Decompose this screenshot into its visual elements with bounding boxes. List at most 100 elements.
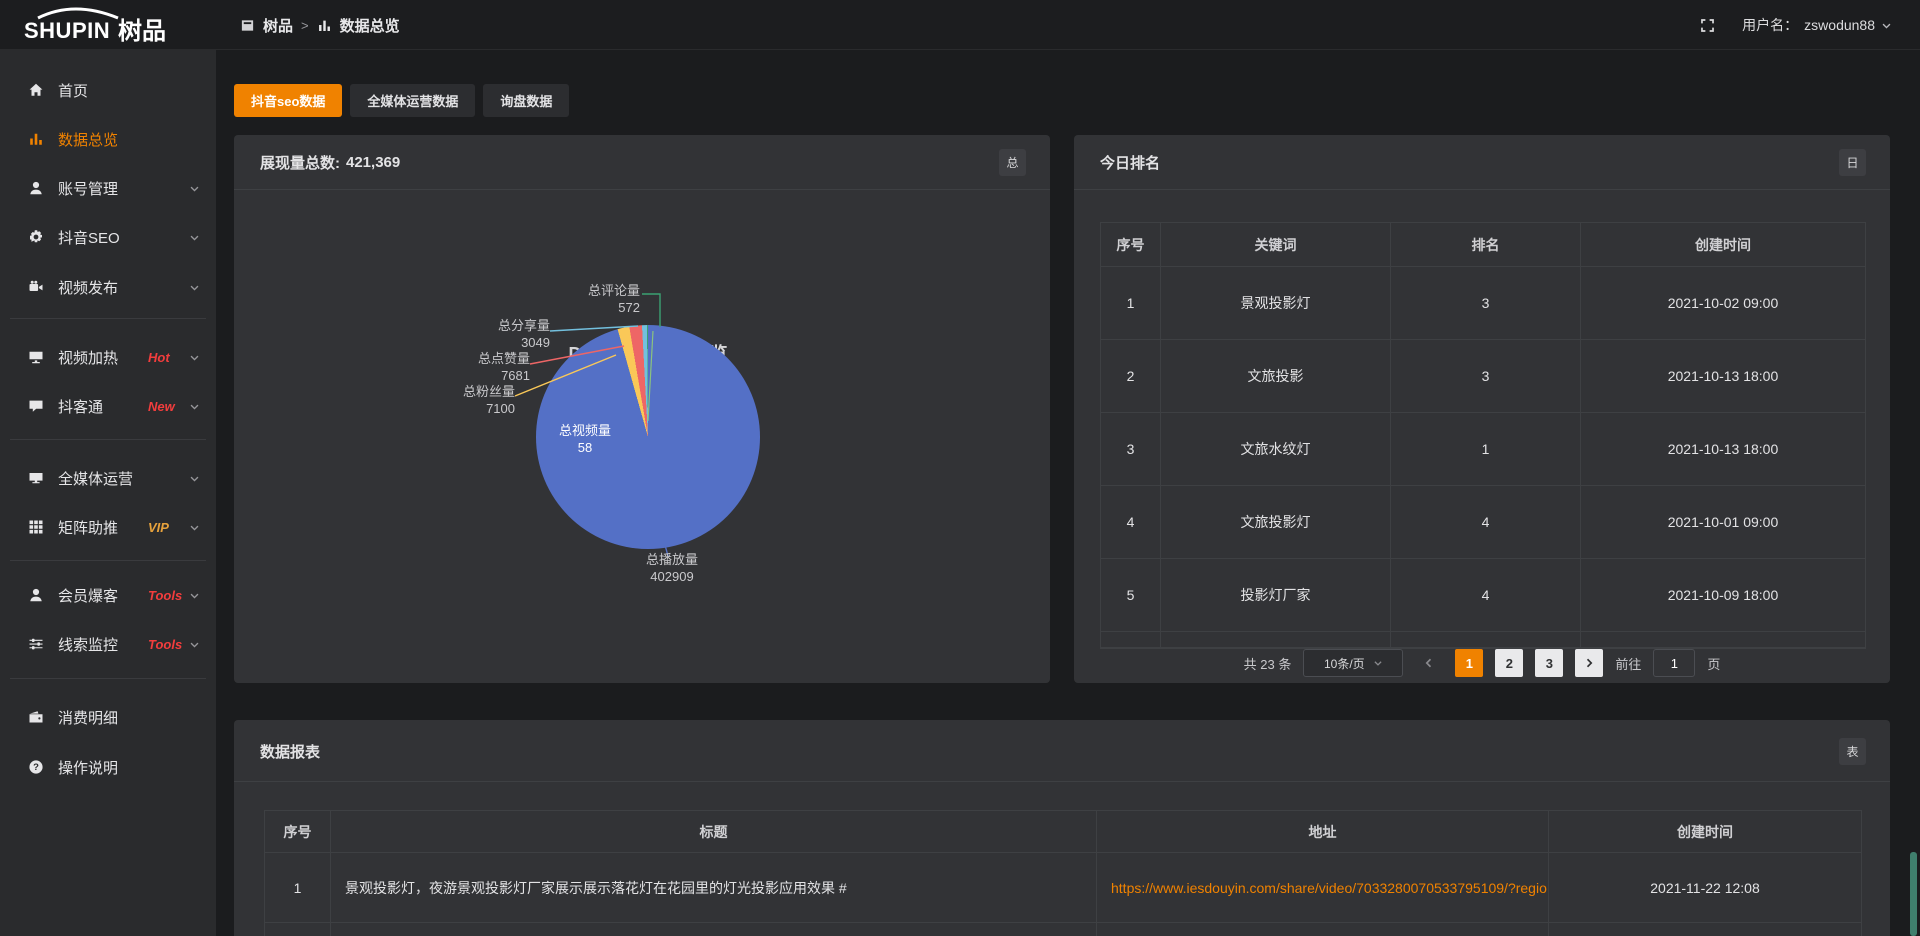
col-header-url: 地址 [1097, 811, 1549, 853]
breadcrumb-current[interactable]: 数据总览 [340, 15, 400, 36]
sidebar-item-member-baoke[interactable]: 会员爆客 Tools [0, 578, 216, 612]
chevron-down-icon [189, 401, 200, 412]
question-circle-icon: ? [28, 759, 44, 775]
video-link[interactable]: https://www.iesdouyin.com/share/video/70… [1111, 880, 1549, 896]
tab-omni-media[interactable]: 全媒体运营数据 [350, 84, 475, 117]
report-title: 数据报表 [260, 720, 320, 782]
today-ranking-panel: 今日排名 日 序号 关键词 排名 创建时间 1 景观投影灯 3 2021-10-… [1074, 135, 1890, 683]
rank-row-index: 5 [1101, 559, 1161, 632]
sidebar-item-help[interactable]: ? 操作说明 [0, 750, 216, 784]
user-icon [28, 587, 44, 603]
next-page-button[interactable] [1575, 649, 1603, 677]
sidebar-item-label: 矩阵助推 [58, 517, 118, 538]
sidebar-item-label: 数据总览 [58, 129, 118, 150]
rank-row-index: 2 [1101, 340, 1161, 413]
report-row-index: 1 [265, 853, 331, 923]
day-badge-button[interactable]: 日 [1839, 149, 1866, 176]
pie-label-comments: 总评论量572 [588, 282, 640, 316]
fullscreen-icon[interactable] [1699, 17, 1716, 34]
total-badge-button[interactable]: 总 [999, 149, 1026, 176]
rank-row-partial [1391, 632, 1581, 648]
rank-row-keyword: 文旅投影 [1161, 340, 1391, 413]
pie-label-likes: 总点赞量7681 [478, 350, 530, 384]
sidebar-item-label: 抖音SEO [58, 227, 120, 248]
report-row-partial [331, 923, 1097, 936]
impressions-total: 展现量总数: 421,369 [260, 135, 400, 190]
sidebar-divider [10, 318, 206, 319]
sidebar-item-video-heat[interactable]: 视频加热 Hot [0, 340, 216, 374]
col-header-index: 序号 [1101, 223, 1161, 267]
app-root: SHUPIN 树品 树品 > 数据总览 用户名： zswodun88 [0, 0, 1920, 936]
sidebar-item-omni-media[interactable]: 全媒体运营 [0, 461, 216, 495]
hot-badge: Hot [148, 350, 170, 365]
tab-douyin-seo[interactable]: 抖音seo数据 [234, 84, 342, 117]
table-badge-button[interactable]: 表 [1839, 738, 1866, 765]
screen-icon [28, 349, 44, 365]
page-button-1[interactable]: 1 [1455, 649, 1483, 677]
rank-row-rank: 3 [1391, 340, 1581, 413]
user-menu[interactable]: 用户名： zswodun88 [1742, 15, 1892, 35]
sidebar-item-account-mgmt[interactable]: 账号管理 [0, 171, 216, 205]
breadcrumb: 树品 > 数据总览 [240, 0, 400, 50]
tab-inquiry[interactable]: 询盘数据 [483, 84, 569, 117]
rank-row-keyword: 投影灯厂家 [1161, 559, 1391, 632]
sidebar-item-spend-detail[interactable]: 消费明细 [0, 700, 216, 734]
user-icon [28, 180, 44, 196]
chevron-down-icon [1373, 658, 1383, 668]
sidebar-item-video-publish[interactable]: 视频发布 [0, 270, 216, 304]
chevron-down-icon [189, 473, 200, 484]
home-icon [28, 82, 44, 98]
report-row-partial [1097, 923, 1549, 936]
sidebar-item-douyin-seo[interactable]: 抖音SEO [0, 220, 216, 254]
sidebar-item-clue-monitor[interactable]: 线索监控 Tools [0, 627, 216, 661]
chevron-down-icon [189, 183, 200, 194]
col-header-created: 创建时间 [1581, 223, 1865, 267]
report-row-title: 景观投影灯，夜游景观投影灯厂家展示展示落花灯在花园里的灯光投影应用效果 # [331, 853, 1097, 923]
chevron-down-icon [189, 352, 200, 363]
svg-text:?: ? [33, 762, 39, 773]
scrollbar-thumb[interactable] [1910, 852, 1917, 936]
rank-row-created: 2021-10-13 18:00 [1581, 340, 1865, 413]
tools-badge: Tools [148, 588, 182, 603]
page-button-3[interactable]: 3 [1535, 649, 1563, 677]
rank-row-created: 2021-10-13 18:00 [1581, 413, 1865, 486]
report-table: 序号 标题 地址 创建时间 1 景观投影灯，夜游景观投影灯厂家展示展示落花灯在花… [264, 810, 1862, 936]
goto-label: 前往 [1615, 654, 1641, 673]
pie-label-shares: 总分享量3049 [498, 317, 550, 351]
app-window-icon [240, 18, 255, 33]
sidebar-item-label: 消费明细 [58, 707, 118, 728]
top-header: SHUPIN 树品 树品 > 数据总览 用户名： zswodun88 [0, 0, 1920, 50]
report-row-created: 2021-11-22 12:08 [1549, 853, 1861, 923]
chevron-down-icon [189, 590, 200, 601]
sidebar-item-home[interactable]: 首页 [0, 73, 216, 107]
video-camera-icon [28, 279, 44, 295]
report-row-url: https://www.iesdouyin.com/share/video/70… [1097, 853, 1549, 923]
breadcrumb-root[interactable]: 树品 [263, 15, 293, 36]
sidebar-nav: 首页 数据总览 账号管理 抖音SEO 视频发布 视频加热 Hot [0, 50, 216, 936]
rank-row-keyword: 文旅水纹灯 [1161, 413, 1391, 486]
page-size-select[interactable]: 10条/页 [1303, 649, 1403, 677]
sidebar-item-label: 首页 [58, 80, 88, 101]
sidebar-item-label: 全媒体运营 [58, 468, 133, 489]
chevron-down-icon [189, 522, 200, 533]
chevron-down-icon [1881, 20, 1892, 31]
sidebar-item-douketong[interactable]: 抖客通 New [0, 389, 216, 423]
sidebar-item-label: 视频发布 [58, 277, 118, 298]
vip-badge: VIP [148, 520, 169, 535]
sidebar-item-matrix-boost[interactable]: 矩阵助推 VIP [0, 510, 216, 544]
username-label: 用户名： [1742, 15, 1798, 35]
goto-page-input[interactable] [1653, 649, 1695, 677]
rank-row-created: 2021-10-02 09:00 [1581, 267, 1865, 340]
report-row-partial [1549, 923, 1861, 936]
impressions-value: 421,369 [346, 154, 400, 171]
sidebar-item-label: 抖客通 [58, 396, 103, 417]
page-button-2[interactable]: 2 [1495, 649, 1523, 677]
rank-row-rank: 4 [1391, 486, 1581, 559]
col-header-index: 序号 [265, 811, 331, 853]
col-header-created: 创建时间 [1549, 811, 1861, 853]
monitor-icon [28, 470, 44, 486]
prev-page-button[interactable] [1415, 649, 1443, 677]
chevron-down-icon [189, 282, 200, 293]
sidebar-item-data-overview[interactable]: 数据总览 [0, 122, 216, 156]
sidebar-divider [10, 678, 206, 679]
